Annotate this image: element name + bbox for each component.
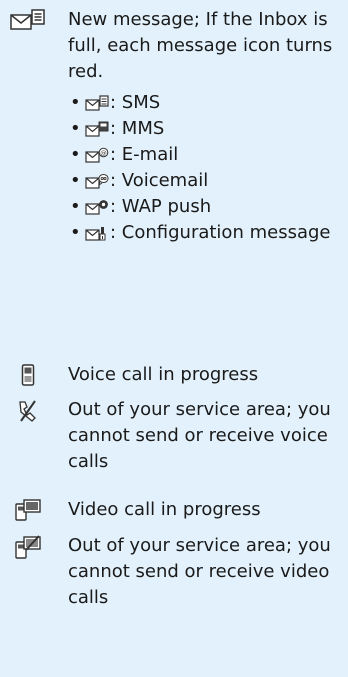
no-voice-service-icon: [6, 399, 50, 425]
bullet-label: : Configuration message: [110, 222, 331, 243]
list-item: • : Voicemail: [70, 170, 209, 191]
list-item: • : SMS: [70, 92, 161, 113]
list-item: • : MMS: [70, 118, 165, 139]
envelope-sms-icon: [6, 9, 50, 35]
voice-call-icon: [6, 364, 50, 390]
status-icon-list: New message; If the Inbox is full, each …: [0, 0, 348, 677]
video-call-icon: [6, 499, 50, 525]
envelope-email-icon: @: [85, 147, 109, 163]
list-item: • : WAP push: [70, 196, 212, 217]
bullet-label: : SMS: [110, 92, 161, 113]
message-type-list: • : SMS •: MMS • @: E-mail •: Voicema…: [68, 91, 342, 245]
list-item: • @ : E-mail: [70, 144, 179, 165]
entry-text: Out of your service area; you cannot sen…: [68, 399, 331, 472]
bullet-label: : Voicemail: [110, 170, 209, 191]
no-video-service-icon: [6, 535, 50, 561]
svg-text:@: @: [100, 149, 107, 157]
envelope-configuration-icon: [85, 225, 109, 241]
entry-text: New message; If the Inbox is full, each …: [68, 9, 333, 82]
entry-text: Out of your service area; you cannot sen…: [68, 535, 331, 608]
bullet-label: : WAP push: [110, 196, 212, 217]
envelope-wap-push-icon: [85, 199, 109, 215]
entry-text: Video call in progress: [68, 499, 261, 520]
entry-text: Voice call in progress: [68, 364, 259, 385]
bullet-label: : MMS: [110, 118, 165, 139]
bullet-label: : E-mail: [110, 144, 179, 165]
envelope-mms-icon: [85, 121, 109, 137]
envelope-sms-icon: [85, 95, 109, 111]
list-item: • : Configuration message: [70, 222, 331, 243]
envelope-voicemail-icon: [85, 173, 109, 189]
